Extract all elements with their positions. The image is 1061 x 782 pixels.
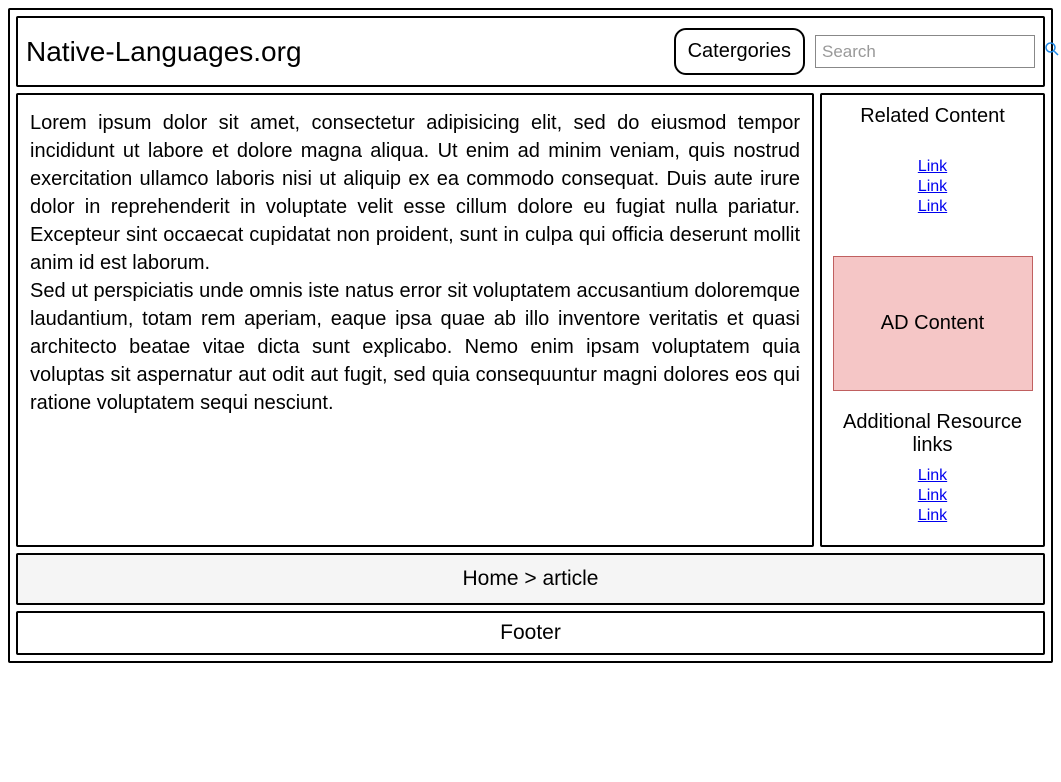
related-content-heading: Related Content — [860, 105, 1005, 128]
additional-resources-heading: Additional Resource links — [832, 411, 1033, 457]
sidebar: Related Content Link Link Link AD Conten… — [820, 93, 1045, 547]
content-row: Lorem ipsum dolor sit amet, consectetur … — [16, 93, 1045, 547]
search-input[interactable] — [822, 42, 1043, 62]
related-links-list: Link Link Link — [918, 158, 947, 216]
resource-link[interactable]: Link — [918, 487, 947, 505]
resource-link[interactable]: Link — [918, 467, 947, 485]
related-link[interactable]: Link — [918, 178, 947, 196]
header: Native-Languages.org Catergories — [16, 16, 1045, 87]
footer: Footer — [16, 611, 1045, 655]
categories-button[interactable]: Catergories — [674, 28, 805, 75]
breadcrumb[interactable]: Home > article — [16, 553, 1045, 605]
page-container: Native-Languages.org Catergories Lorem i… — [8, 8, 1053, 663]
article-paragraph-1: Lorem ipsum dolor sit amet, consectetur … — [30, 109, 800, 277]
related-link[interactable]: Link — [918, 158, 947, 176]
search-icon[interactable] — [1043, 40, 1061, 63]
article-content: Lorem ipsum dolor sit amet, consectetur … — [16, 93, 814, 547]
resource-links-list: Link Link Link — [918, 467, 947, 525]
search-box[interactable] — [815, 35, 1035, 68]
related-link[interactable]: Link — [918, 198, 947, 216]
resource-link[interactable]: Link — [918, 507, 947, 525]
article-paragraph-2: Sed ut perspiciatis unde omnis iste natu… — [30, 277, 800, 417]
site-title: Native-Languages.org — [26, 36, 664, 68]
ad-content-box[interactable]: AD Content — [833, 256, 1033, 391]
